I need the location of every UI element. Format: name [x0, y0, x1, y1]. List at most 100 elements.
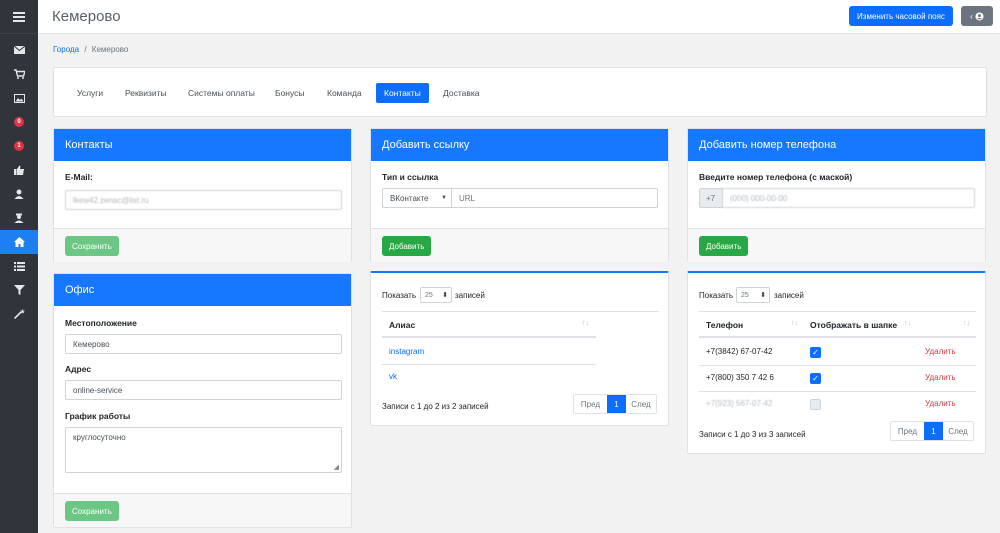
menu-icon	[13, 11, 25, 22]
tab-services[interactable]: Услуги	[69, 83, 111, 103]
links-per-page-select[interactable]: 25 ⬍	[420, 287, 452, 303]
sidebar-item-home[interactable]	[0, 230, 38, 254]
row-divider	[382, 364, 596, 365]
schedule-textarea[interactable]: круглосуточно ◢	[65, 427, 342, 473]
add-phone-card-footer: Добавить	[688, 228, 985, 262]
change-timezone-button[interactable]: Изменить часовой пояс	[849, 6, 953, 26]
phone-input[interactable]: (000) 000-00-00	[722, 188, 975, 208]
show-checkbox-unchecked[interactable]	[810, 399, 821, 410]
next-page-button[interactable]: След	[626, 395, 656, 413]
location-field[interactable]: Кемерово	[65, 334, 342, 354]
page-1-button[interactable]: 1	[607, 395, 626, 413]
sidebar-item-list[interactable]	[0, 254, 38, 278]
phone-prefix: +7	[699, 188, 723, 208]
show-label: Показать	[699, 291, 734, 300]
top-bar: Кемерово Изменить часовой пояс ‹	[38, 0, 1000, 34]
user-menu-button[interactable]: ‹	[961, 6, 993, 26]
contacts-card: Контакты E-Mail: lkew42.zenac@list.ru Со…	[53, 128, 352, 262]
user-secret-icon	[14, 213, 24, 223]
phone-label: Введите номер телефона (с маской)	[699, 172, 853, 182]
add-link-card-title: Добавить ссылку	[371, 129, 668, 161]
table-row[interactable]: instagram	[389, 347, 424, 356]
wand-icon	[13, 309, 25, 319]
add-phone-card: Добавить номер телефона Введите номер те…	[687, 128, 986, 262]
contacts-card-title: Контакты	[54, 129, 351, 161]
user-icon	[14, 189, 24, 199]
resize-handle[interactable]: ◢	[334, 463, 339, 471]
records-label: записей	[455, 291, 485, 300]
notification-badge: 1	[14, 141, 24, 151]
sidebar-item-filter[interactable]	[0, 278, 38, 302]
sidebar-item-mail[interactable]	[0, 38, 38, 62]
phone-column-header[interactable]: Телефон	[706, 320, 743, 330]
sidebar-item-users[interactable]	[0, 182, 38, 206]
phones-table-info: Записи с 1 до 3 из 3 записей	[699, 430, 806, 439]
tab-payment-systems[interactable]: Системы оплаты	[180, 83, 263, 103]
user-circle-icon	[975, 11, 984, 21]
next-page-button[interactable]: След	[943, 422, 973, 440]
delete-phone-button[interactable]: Удалить	[925, 373, 956, 382]
filter-icon	[13, 285, 25, 295]
sidebar-item-agents[interactable]	[0, 206, 38, 230]
breadcrumb-cities-link[interactable]: Города	[53, 45, 79, 54]
sidebar-item-tools[interactable]	[0, 302, 38, 326]
tab-contacts[interactable]: Контакты	[376, 83, 429, 103]
tab-delivery[interactable]: Доставка	[435, 83, 488, 103]
cart-icon	[13, 69, 25, 79]
sidebar-item-badge-0[interactable]: 0	[0, 110, 38, 134]
header-border	[699, 336, 976, 338]
sidebar-item-images[interactable]	[0, 86, 38, 110]
add-phone-card-title: Добавить номер телефона	[688, 129, 985, 161]
links-table-info: Записи с 1 до 2 из 2 записей	[382, 402, 489, 411]
phones-pagination: Пред 1 След	[890, 421, 974, 441]
link-type-select[interactable]: ВКонтакте ▼	[382, 188, 452, 208]
sort-icon[interactable]: ↑↓	[963, 320, 970, 327]
show-in-header-column[interactable]: Отображать в шапке	[810, 320, 897, 330]
prev-page-button[interactable]: Пред	[574, 395, 607, 413]
tab-requisites[interactable]: Реквизиты	[117, 83, 175, 103]
email-label: E-Mail:	[65, 172, 93, 182]
show-checkbox-checked[interactable]: ✓	[810, 347, 821, 358]
phones-per-page-select[interactable]: 25 ⬍	[736, 287, 770, 303]
address-field[interactable]: online-service	[65, 380, 342, 400]
phones-table-card: Показать 25 ⬍ записей Телефон ↑↓ Отображ…	[687, 271, 986, 454]
alias-column-header[interactable]: Алиас	[389, 320, 415, 330]
show-checkbox-checked[interactable]: ✓	[810, 373, 821, 384]
office-save-button[interactable]: Сохранить	[65, 501, 119, 521]
envelope-icon	[13, 46, 25, 54]
sidebar-toggle[interactable]	[0, 0, 38, 34]
breadcrumb: Города / Кемерово	[53, 45, 128, 54]
home-icon	[13, 237, 25, 247]
page-1-button[interactable]: 1	[924, 422, 943, 440]
tab-bonuses[interactable]: Бонусы	[267, 83, 313, 103]
sidebar: 0 1	[0, 0, 38, 533]
add-phone-button[interactable]: Добавить	[699, 236, 749, 256]
office-card-footer: Сохранить	[54, 493, 351, 527]
add-link-card-footer: Добавить	[371, 228, 668, 262]
sort-updown-icon: ⬍	[442, 292, 448, 299]
url-input[interactable]	[451, 188, 658, 208]
links-table-card: Показать 25 ⬍ записей Алиас ↑↓ instagram…	[370, 271, 669, 426]
sidebar-item-badge-1[interactable]: 1	[0, 134, 38, 158]
image-icon	[13, 93, 25, 103]
sort-icon[interactable]: ↑↓	[791, 320, 798, 327]
row-divider	[699, 365, 976, 366]
sort-icon[interactable]: ↑↓	[582, 320, 589, 327]
email-field[interactable]: lkew42.zenac@list.ru	[65, 190, 342, 210]
table-row[interactable]: vk	[389, 372, 397, 381]
delete-phone-button[interactable]: Удалить	[925, 399, 956, 408]
sidebar-item-likes[interactable]	[0, 158, 38, 182]
notification-badge: 0	[14, 117, 24, 127]
phone-cell: +7(3842) 67-07-42	[706, 347, 773, 356]
show-label: Показать	[382, 291, 417, 300]
contacts-save-button[interactable]: Сохранить	[65, 236, 119, 256]
sort-icon[interactable]: ↑↓	[904, 320, 911, 327]
office-card: Офис Местоположение Кемерово Адрес onlin…	[53, 273, 352, 528]
tab-team[interactable]: Команда	[319, 83, 370, 103]
delete-phone-button[interactable]: Удалить	[925, 347, 956, 356]
location-label: Местоположение	[65, 318, 137, 328]
prev-page-button[interactable]: Пред	[891, 422, 924, 440]
add-link-button[interactable]: Добавить	[382, 236, 432, 256]
sidebar-item-cart[interactable]	[0, 62, 38, 86]
row-divider	[699, 391, 976, 392]
